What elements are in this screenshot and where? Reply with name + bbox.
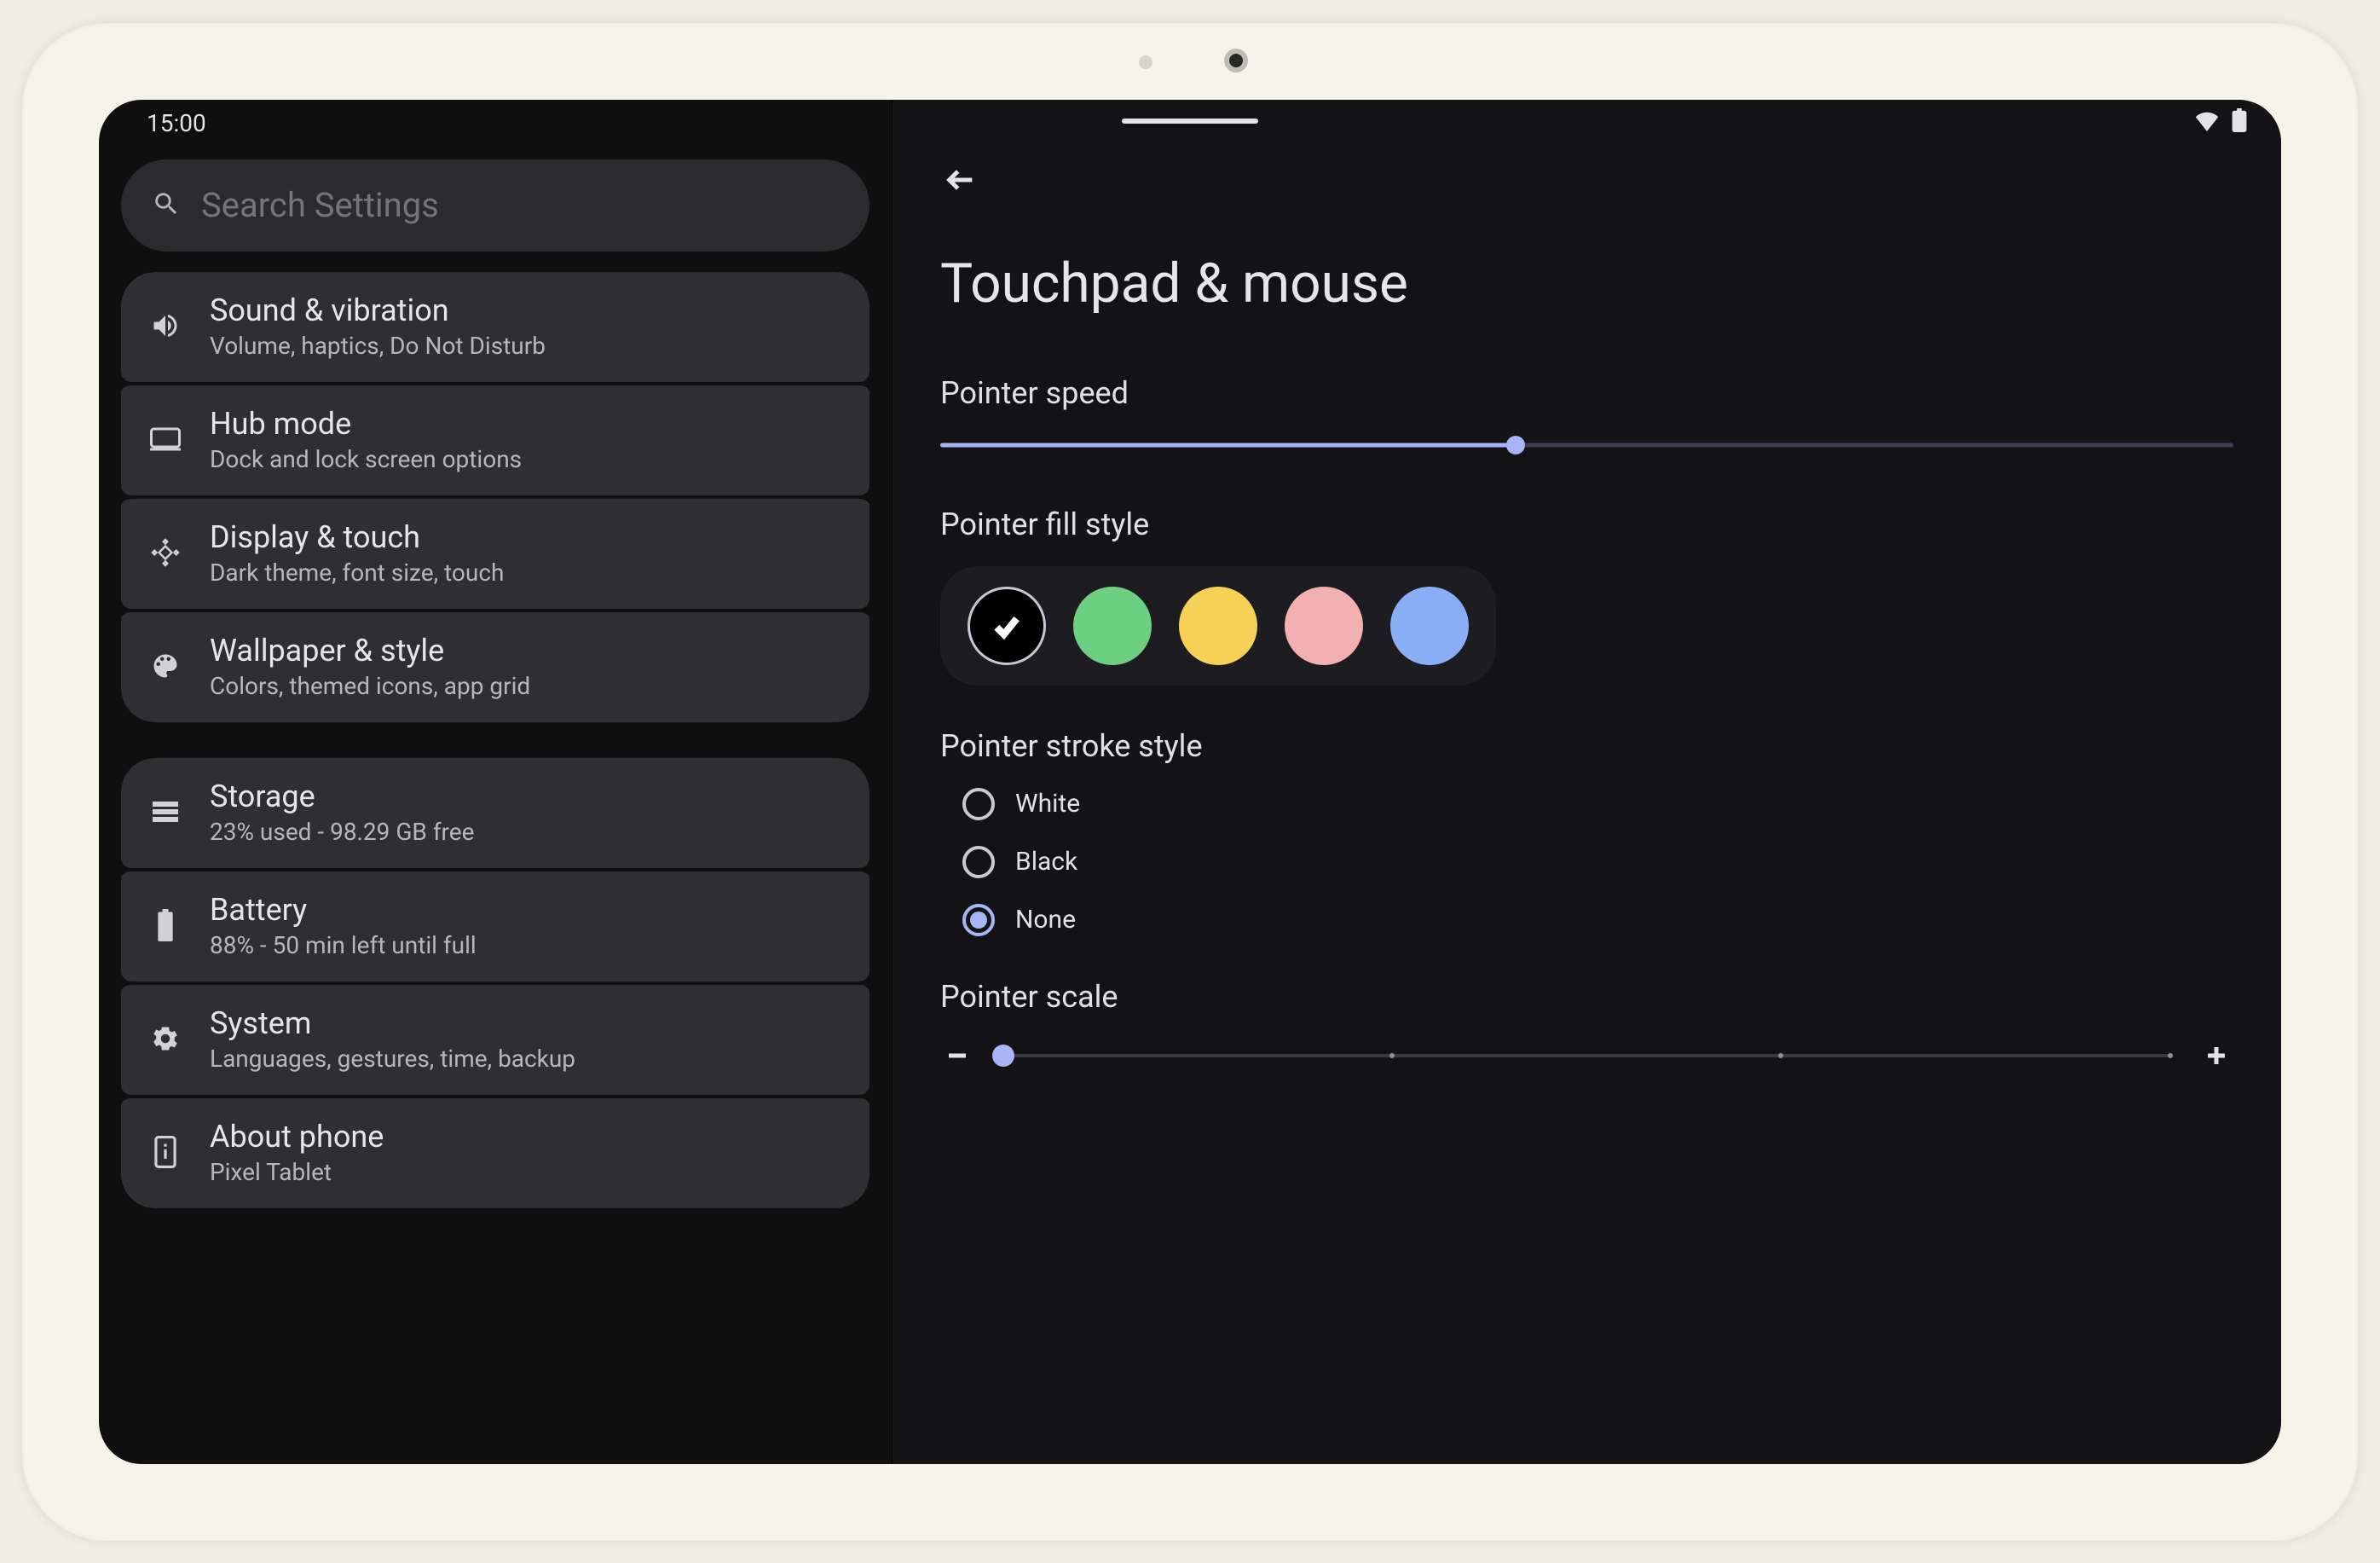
battery-icon xyxy=(2232,108,2247,138)
sidebar-item-sub: Colors, themed icons, app grid xyxy=(210,672,530,700)
sidebar-item-sub: Pixel Tablet xyxy=(210,1158,384,1186)
settings-sidebar: Sound & vibration Volume, haptics, Do No… xyxy=(99,100,892,1464)
scale-thumb[interactable] xyxy=(992,1045,1014,1067)
search-input[interactable] xyxy=(201,185,839,225)
sidebar-item-label: Battery xyxy=(210,892,477,928)
back-button[interactable] xyxy=(940,159,981,200)
sidebar-item-about[interactable]: About phone Pixel Tablet xyxy=(121,1095,869,1208)
radio-icon xyxy=(962,788,995,820)
sidebar-item-sub: Volume, haptics, Do Not Disturb xyxy=(210,332,546,360)
pointer-scale-slider[interactable] xyxy=(1003,1045,2170,1066)
sidebar-item-sub: Languages, gestures, time, backup xyxy=(210,1045,575,1073)
sidebar-item-sub: Dock and lock screen options xyxy=(210,445,522,473)
stroke-option-white[interactable]: White xyxy=(962,788,2233,820)
detail-pane: Touchpad & mouse Pointer speed Pointer f… xyxy=(892,100,2281,1464)
sidebar-item-sub: Dark theme, font size, touch xyxy=(210,559,504,587)
sidebar-item-label: About phone xyxy=(210,1119,384,1155)
volume-icon xyxy=(147,310,184,341)
sidebar-item-battery[interactable]: Battery 88% - 50 min left until full xyxy=(121,868,869,981)
storage-icon xyxy=(147,796,184,827)
ambient-sensor xyxy=(1139,55,1152,69)
pointer-scale-label: Pointer scale xyxy=(940,979,2233,1015)
stroke-option-none[interactable]: None xyxy=(962,904,2233,936)
search-settings[interactable] xyxy=(121,159,869,252)
sidebar-item-label: Wallpaper & style xyxy=(210,633,530,669)
fill-swatch-4[interactable] xyxy=(1390,587,1469,665)
battery-side-icon xyxy=(147,909,184,941)
stroke-option-black[interactable]: Black xyxy=(962,846,2233,878)
radio-label: White xyxy=(1015,789,1080,819)
wifi-icon xyxy=(2194,109,2220,137)
sidebar-item-sub: 23% used - 98.29 GB free xyxy=(210,818,474,846)
fill-swatch-3[interactable] xyxy=(1285,587,1363,665)
radio-label: None xyxy=(1015,905,1076,935)
palette-icon xyxy=(147,651,184,681)
search-icon xyxy=(152,189,181,222)
status-bar: 15:00 xyxy=(99,100,2281,148)
sidebar-item-display[interactable]: Display & touch Dark theme, font size, t… xyxy=(121,495,869,609)
sidebar-item-wallpaper[interactable]: Wallpaper & style Colors, themed icons, … xyxy=(121,609,869,722)
dock-icon xyxy=(147,426,184,452)
pointer-speed-label: Pointer speed xyxy=(940,375,2233,411)
sidebar-item-label: Display & touch xyxy=(210,519,504,555)
sidebar-item-sub: 88% - 50 min left until full xyxy=(210,931,477,959)
gear-icon xyxy=(147,1023,184,1054)
fill-swatch-2[interactable] xyxy=(1179,587,1257,665)
pointer-fill-label: Pointer fill style xyxy=(940,507,2233,542)
sidebar-item-system[interactable]: System Languages, gestures, time, backup xyxy=(121,981,869,1095)
radio-icon xyxy=(962,846,995,878)
pointer-stroke-label: Pointer stroke style xyxy=(940,728,2233,764)
screen: 15:00 xyxy=(99,100,2281,1464)
pointer-fill-swatches xyxy=(940,566,1496,686)
sidebar-item-sound[interactable]: Sound & vibration Volume, haptics, Do No… xyxy=(121,272,869,382)
sidebar-item-storage[interactable]: Storage 23% used - 98.29 GB free xyxy=(121,758,869,868)
page-title: Touchpad & mouse xyxy=(940,252,2233,315)
sidebar-item-label: Hub mode xyxy=(210,406,522,442)
scale-increase-button[interactable] xyxy=(2199,1039,2233,1073)
pointer-speed-slider[interactable] xyxy=(940,435,2233,455)
scale-decrease-button[interactable] xyxy=(940,1039,974,1073)
pointer-stroke-options: White Black None xyxy=(940,788,2233,936)
sidebar-item-label: Sound & vibration xyxy=(210,292,546,328)
sidebar-item-label: System xyxy=(210,1005,575,1041)
sidebar-item-label: Storage xyxy=(210,779,474,814)
radio-label: Black xyxy=(1015,847,1077,877)
radio-icon xyxy=(962,904,995,936)
fill-swatch-1[interactable] xyxy=(1073,587,1152,665)
scale-tick xyxy=(2168,1053,2173,1058)
fill-swatch-0[interactable] xyxy=(968,587,1046,665)
scale-tick xyxy=(1778,1053,1783,1058)
phone-info-icon xyxy=(147,1136,184,1168)
front-camera xyxy=(1224,49,1248,72)
status-clock: 15:00 xyxy=(147,109,206,137)
tablet-frame: 15:00 xyxy=(22,23,2358,1541)
brightness-icon xyxy=(147,537,184,568)
scale-tick xyxy=(1389,1053,1395,1058)
sidebar-item-hub-mode[interactable]: Hub mode Dock and lock screen options xyxy=(121,382,869,495)
